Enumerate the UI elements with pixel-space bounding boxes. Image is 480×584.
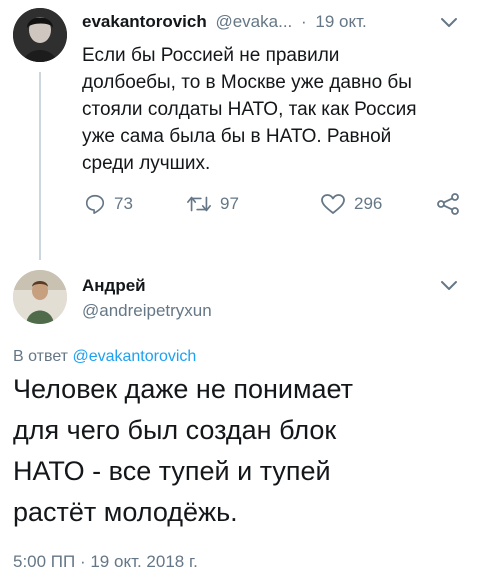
share-icon bbox=[437, 193, 459, 215]
parent-handle[interactable]: @evaka... bbox=[215, 12, 292, 31]
retweet-action[interactable]: 97 bbox=[186, 193, 239, 215]
parent-text-line: стояли солдаты НАТО, так как Россия bbox=[82, 99, 417, 120]
retweet-count: 97 bbox=[220, 194, 239, 213]
reply-timestamp[interactable]: 5:00 ПП · 19 окт. 2018 г. bbox=[13, 552, 198, 572]
parent-text-line: Если бы Россией не правили bbox=[82, 45, 340, 66]
reply-text-line: Человек даже не понимает bbox=[13, 374, 354, 404]
reply-avatar-image bbox=[13, 270, 67, 324]
reply-text-line: НАТО - все тупей и тупей bbox=[13, 456, 331, 486]
parent-avatar-image bbox=[13, 8, 67, 62]
replying-to-link[interactable]: @evakantorovich bbox=[72, 348, 196, 365]
parent-menu-button[interactable] bbox=[440, 16, 458, 34]
reply-count: 73 bbox=[114, 194, 133, 213]
like-action[interactable]: 296 bbox=[320, 193, 382, 215]
reply-action[interactable]: 73 bbox=[84, 193, 133, 215]
parent-text-line: уже сама была бы в НАТО. Равной bbox=[82, 126, 392, 147]
thread-connector-line bbox=[39, 72, 41, 260]
reply-tweet-text: Человек даже не понимает для чего был со… bbox=[13, 369, 468, 533]
reply-icon bbox=[85, 194, 105, 214]
parent-text-line: среди лучших. bbox=[82, 153, 211, 174]
header-separator: · bbox=[301, 12, 307, 31]
parent-tweet-text: Если бы Россией не правили долбоебы, то … bbox=[82, 42, 462, 177]
parent-display-name[interactable]: evakantorovich bbox=[82, 12, 207, 31]
reply-avatar[interactable] bbox=[13, 270, 67, 324]
reply-text-line: для чего был создан блок bbox=[13, 415, 337, 445]
parent-tweet-header: evakantorovich @evaka... · 19 окт. bbox=[82, 12, 367, 32]
reply-handle[interactable]: @andreipetryxun bbox=[82, 301, 212, 321]
parent-date[interactable]: 19 окт. bbox=[315, 12, 366, 31]
parent-avatar[interactable] bbox=[13, 8, 67, 62]
retweet-icon bbox=[187, 196, 211, 212]
replying-to-prefix: В ответ bbox=[13, 348, 69, 365]
parent-text-line: долбоебы, то в Москве уже давно бы bbox=[82, 72, 412, 93]
reply-display-name[interactable]: Андрей bbox=[82, 276, 146, 296]
chevron-down-icon bbox=[441, 18, 457, 27]
chevron-down-icon bbox=[441, 281, 457, 290]
replying-to-line: В ответ @evakantorovich bbox=[13, 348, 196, 366]
like-count: 296 bbox=[354, 194, 383, 213]
reply-text-line: растёт молодёжь. bbox=[13, 497, 238, 527]
reply-menu-button[interactable] bbox=[440, 279, 458, 297]
share-action[interactable] bbox=[436, 193, 460, 215]
like-icon bbox=[321, 194, 345, 214]
